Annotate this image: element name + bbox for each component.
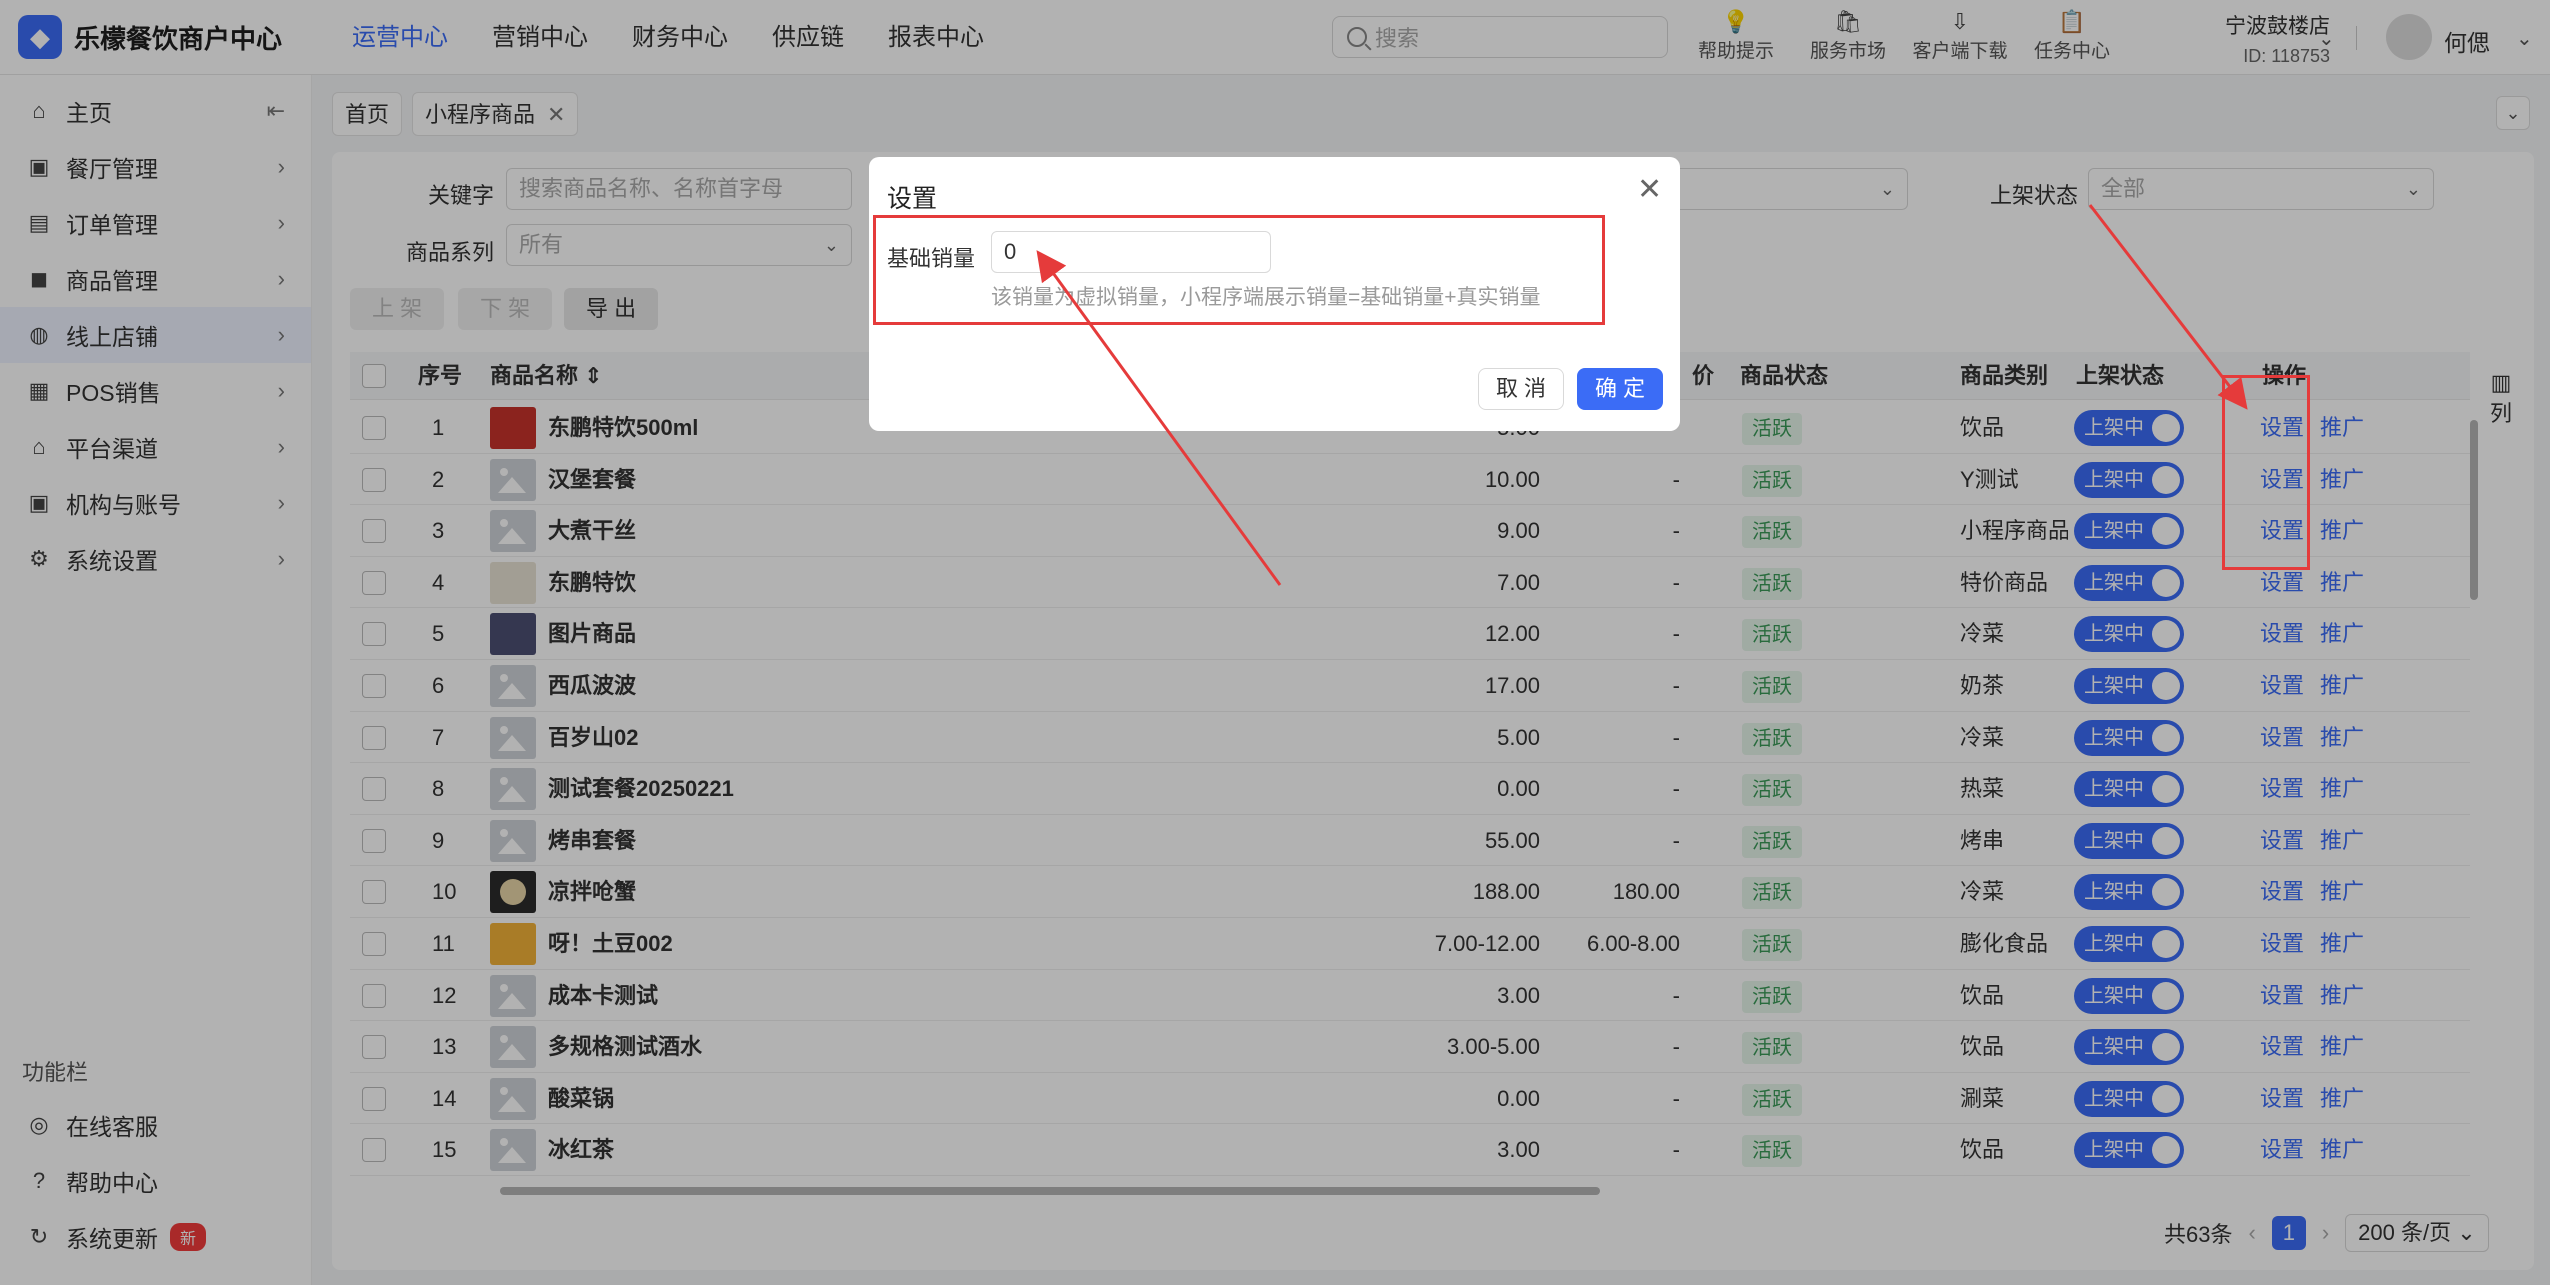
annotation-arrow-to-set <box>2088 204 2248 410</box>
annotation-arrows <box>1036 204 2248 586</box>
annotation-arrow-to-input <box>1036 250 1282 586</box>
